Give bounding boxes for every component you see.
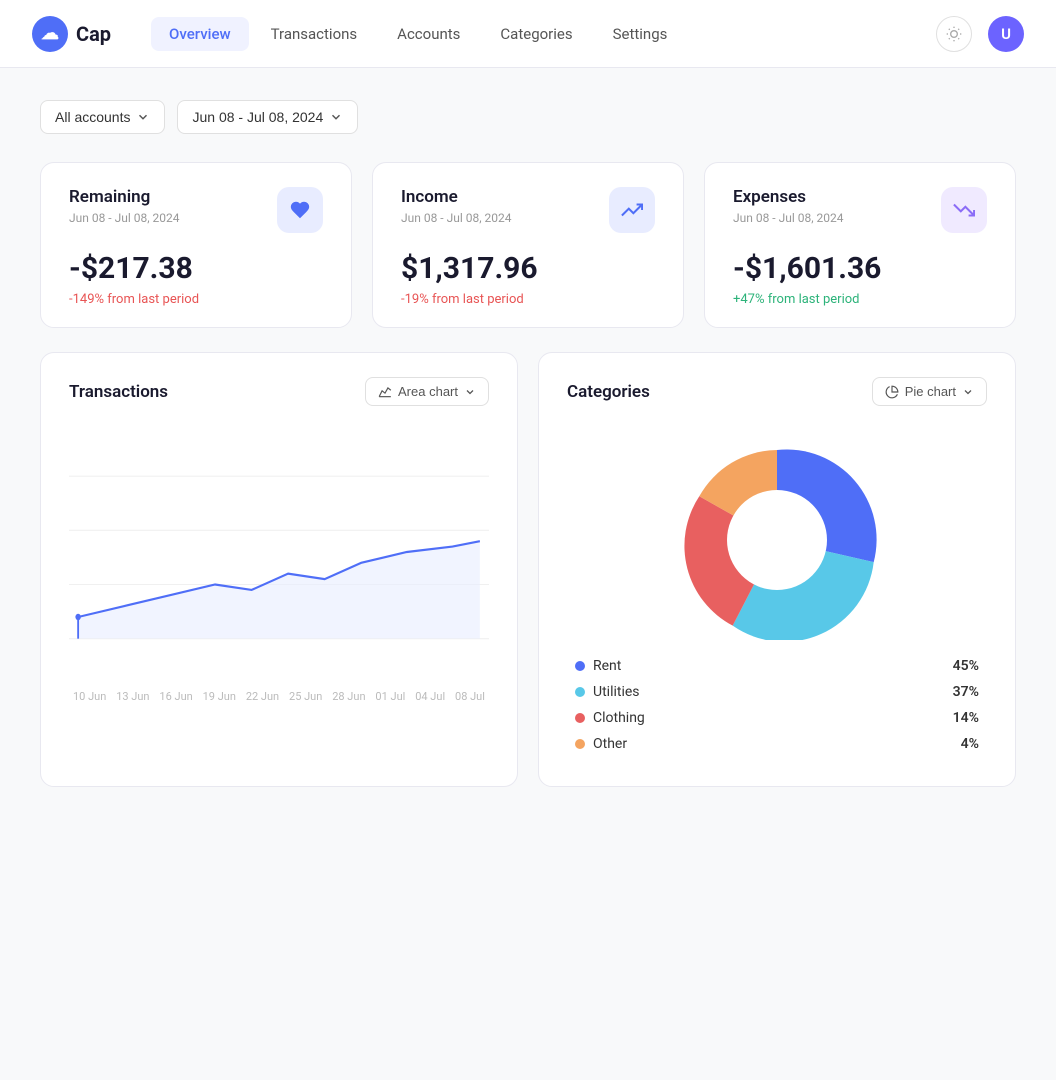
nav-transactions[interactable]: Transactions [253,17,376,51]
remaining-title: Remaining [69,187,180,207]
transactions-chart-area: 10 Jun 13 Jun 16 Jun 19 Jun 22 Jun 25 Ju… [69,422,489,722]
pie-chart-type-button[interactable]: Pie chart [872,377,987,406]
income-card: Income Jun 08 - Jul 08, 2024 $1,317.96 -… [372,162,684,328]
brand-name: Cap [76,22,111,46]
categories-panel-title: Categories [567,382,650,402]
transactions-panel-title: Transactions [69,382,168,402]
chart-type-button[interactable]: Area chart [365,377,489,406]
income-date: Jun 08 - Jul 08, 2024 [401,211,512,225]
remaining-amount: -$217.38 [69,251,323,286]
remaining-icon [277,187,323,233]
x-label-1: 13 Jun [116,690,149,703]
chart-type-label: Area chart [398,384,458,399]
income-icon [609,187,655,233]
area-chart-svg [69,422,489,682]
expenses-amount: -$1,601.36 [733,251,987,286]
pie-legend: Rent 45% Utilities 37% Clothing 14% [567,658,987,762]
rent-label: Rent [593,658,945,674]
pie-chart-label: Pie chart [905,384,956,399]
categories-panel: Categories Pie chart [538,352,1016,787]
summary-cards: Remaining Jun 08 - Jul 08, 2024 -$217.38… [40,162,1016,328]
accounts-filter-button[interactable]: All accounts [40,100,165,134]
remaining-card-header: Remaining Jun 08 - Jul 08, 2024 [69,187,323,233]
nav-categories[interactable]: Categories [482,17,590,51]
logo[interactable]: ☁ Cap [32,16,111,52]
main-nav: Overview Transactions Accounts Categorie… [151,17,936,51]
rent-pct: 45% [953,658,979,674]
logo-cloud-icon: ☁ [41,23,59,44]
remaining-card: Remaining Jun 08 - Jul 08, 2024 -$217.38… [40,162,352,328]
income-title: Income [401,187,512,207]
utilities-dot [575,687,585,697]
legend-item-other: Other 4% [575,736,979,752]
nav-right: U [936,16,1024,52]
legend-item-rent: Rent 45% [575,658,979,674]
legend-item-utilities: Utilities 37% [575,684,979,700]
expenses-title: Expenses [733,187,844,207]
remaining-date: Jun 08 - Jul 08, 2024 [69,211,180,225]
nav-overview[interactable]: Overview [151,17,249,51]
x-label-6: 28 Jun [332,690,365,703]
x-label-0: 10 Jun [73,690,106,703]
expenses-card: Expenses Jun 08 - Jul 08, 2024 -$1,601.3… [704,162,1016,328]
expenses-date: Jun 08 - Jul 08, 2024 [733,211,844,225]
date-range-label: Jun 08 - Jul 08, 2024 [192,109,323,125]
categories-panel-header: Categories Pie chart [567,377,987,406]
pie-chart-svg [677,440,877,640]
x-axis-labels: 10 Jun 13 Jun 16 Jun 19 Jun 22 Jun 25 Ju… [69,690,489,703]
main-content: All accounts Jun 08 - Jul 08, 2024 Remai… [0,68,1056,819]
accounts-filter-label: All accounts [55,109,130,125]
rent-dot [575,661,585,671]
utilities-label: Utilities [593,684,945,700]
pie-area: Rent 45% Utilities 37% Clothing 14% [567,422,987,762]
theme-toggle-button[interactable] [936,16,972,52]
clothing-dot [575,713,585,723]
nav-settings[interactable]: Settings [595,17,686,51]
x-label-7: 01 Jul [375,690,405,703]
chevron-down-icon-pie [962,386,974,398]
area-chart-icon [378,385,392,399]
sun-icon [946,26,962,42]
other-label: Other [593,736,953,752]
x-label-9: 08 Jul [455,690,485,703]
other-pct: 4% [961,736,979,752]
x-label-2: 16 Jun [159,690,192,703]
nav-accounts[interactable]: Accounts [379,17,478,51]
transactions-panel: Transactions Area chart [40,352,518,787]
navbar: ☁ Cap Overview Transactions Accounts Cat… [0,0,1056,68]
user-avatar[interactable]: U [988,16,1024,52]
x-label-8: 04 Jul [415,690,445,703]
legend-item-clothing: Clothing 14% [575,710,979,726]
clothing-pct: 14% [953,710,979,726]
transactions-panel-header: Transactions Area chart [69,377,489,406]
income-amount: $1,317.96 [401,251,655,286]
x-label-5: 25 Jun [289,690,322,703]
bottom-panels: Transactions Area chart [40,352,1016,787]
clothing-label: Clothing [593,710,945,726]
chevron-down-icon [136,110,150,124]
chevron-down-icon-chart [464,386,476,398]
chevron-down-icon-date [329,110,343,124]
x-label-3: 19 Jun [203,690,236,703]
date-range-filter-button[interactable]: Jun 08 - Jul 08, 2024 [177,100,358,134]
logo-icon: ☁ [32,16,68,52]
pie-chart-wrapper [677,422,877,658]
income-change: -19% from last period [401,292,655,307]
remaining-change: -149% from last period [69,292,323,307]
expenses-icon [941,187,987,233]
other-dot [575,739,585,749]
expenses-card-header: Expenses Jun 08 - Jul 08, 2024 [733,187,987,233]
income-card-header: Income Jun 08 - Jul 08, 2024 [401,187,655,233]
filters-bar: All accounts Jun 08 - Jul 08, 2024 [40,100,1016,134]
pie-chart-icon [885,385,899,399]
x-label-4: 22 Jun [246,690,279,703]
utilities-pct: 37% [953,684,979,700]
expenses-change: +47% from last period [733,292,987,307]
